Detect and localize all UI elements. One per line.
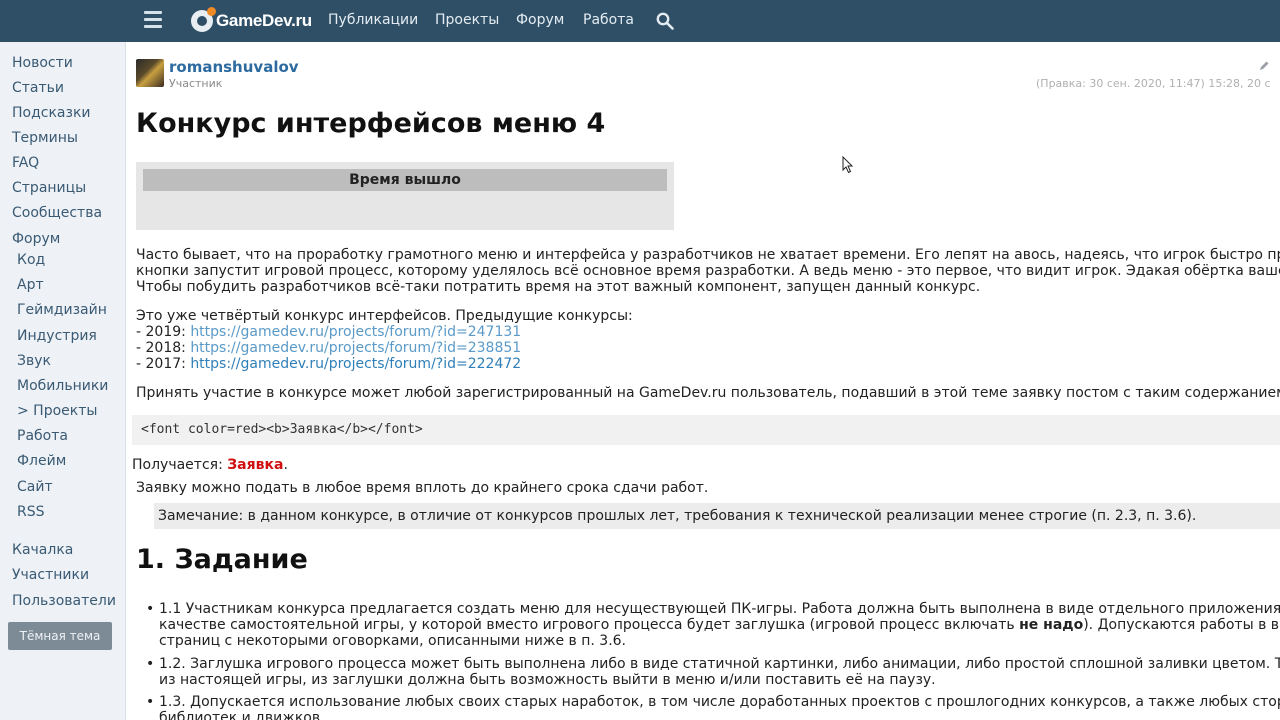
timer-label: Время вышло [143,169,667,191]
sidebar-sub-art[interactable]: Арт [17,277,44,293]
search-icon[interactable] [656,12,674,30]
post-content: romanshuvalov Участник (Правка: 30 сен. … [126,42,1280,720]
sidebar-item-news[interactable]: Новости [12,55,73,71]
sidebar-sub-flame[interactable]: Флейм [17,453,66,469]
sidebar-item-forum[interactable]: Форум [12,231,60,247]
task-1-1-bold: не надо [1019,617,1084,633]
pencil-icon[interactable] [1258,60,1270,72]
author-name[interactable]: romanshuvalov [169,58,299,76]
avatar[interactable] [136,59,164,87]
sidebar-item-faq[interactable]: FAQ [12,155,39,171]
prev-contest-link[interactable]: https://gamedev.ru/projects/forum/?id=23… [190,340,521,356]
sidebar-sub-industry[interactable]: Индустрия [17,328,97,344]
logo-text: GameDev.ru [216,11,312,30]
accept-text: Принять участие в конкурсе может любой з… [136,385,1280,401]
author-role: Участник [169,77,223,90]
task-1-1-text: качестве самостоятельной игры, у которой… [159,617,1020,633]
prev-year-label: - 2017: [136,356,191,372]
section-heading: 1. Задание [136,544,308,575]
task-1-3-line-1: 1.3. Допускается использование любых сво… [159,694,1280,710]
hamburger-icon[interactable] [144,11,162,29]
nav-publications[interactable]: Публикации [328,12,418,28]
sidebar-sub-sound[interactable]: Звук [17,353,51,369]
prev-contests-title: Это уже четвёртый конкурс интерфейсов. П… [136,308,633,324]
prev-contest-2019: - 2019: https://gamedev.ru/projects/foru… [136,324,521,341]
top-bar: GameDev.ru Публикации Проекты Форум Рабо… [0,0,1280,42]
sidebar-item-communities[interactable]: Сообщества [12,205,102,221]
sidebar-item-kachalka[interactable]: Качалка [12,542,73,558]
sidebar-sub-site[interactable]: Сайт [17,479,53,495]
sidebar-sub-projects[interactable]: > Проекты [17,403,97,419]
sidebar-sub-code[interactable]: Код [17,252,45,268]
prev-contest-2018: - 2018: https://gamedev.ru/projects/foru… [136,340,521,357]
mouse-cursor-icon [842,156,854,174]
deadline-text: Заявку можно подать в любое время вплоть… [136,480,709,496]
intro-line-2: кнопки запустит игровой процесс, котором… [136,263,1280,279]
prev-year-label: - 2019: [136,324,191,340]
task-1-1-line-2: качестве самостоятельной игры, у которой… [159,617,1280,634]
sidebar-sub-work[interactable]: Работа [17,428,68,444]
prev-contest-link[interactable]: https://gamedev.ru/projects/forum/?id=24… [190,324,521,340]
nav-work[interactable]: Работа [583,12,634,28]
task-1-1-text-end: ). Допускаются работы в виде HTML [1083,617,1280,633]
task-1-3-line-2: библиотек и движков. [159,710,325,720]
sidebar-item-users[interactable]: Пользователи [12,593,116,609]
sidebar-item-members[interactable]: Участники [12,567,89,583]
sidebar-sub-mobile[interactable]: Мобильники [17,378,108,394]
sidebar: Новости Статьи Подсказки Термины FAQ Стр… [0,42,126,720]
prev-contest-2017: - 2017: https://gamedev.ru/projects/foru… [136,356,521,373]
result-value: Заявка [227,457,284,473]
timer-box: Время вышло [136,162,674,230]
result-label: Получается: [132,457,228,473]
nav-forum[interactable]: Форум [516,12,564,28]
code-block: <font color=red><b>Заявка</b></font> [132,415,1280,445]
list-bullet: • [146,601,155,617]
sidebar-item-tips[interactable]: Подсказки [12,105,91,121]
sidebar-item-articles[interactable]: Статьи [12,80,64,96]
task-1-2-line-2: из настоящей игры, из заглушки должна бы… [159,672,936,688]
result-end: . [283,457,288,473]
task-1-1-line-1: 1.1 Участникам конкурса предлагается соз… [159,601,1280,617]
prev-contest-link[interactable]: https://gamedev.ru/projects/forum/?id=22… [190,356,521,372]
page-title: Конкурс интерфейсов меню 4 [136,108,606,139]
note-box: Замечание: в данном конкурсе, в отличие … [154,503,1280,529]
sidebar-sub-rss[interactable]: RSS [17,504,45,520]
task-1-1-line-3: страниц с некоторыми оговорками, описанн… [159,633,627,649]
edit-info: (Правка: 30 сен. 2020, 11:47) 15:28, 20 … [1036,77,1271,90]
prev-year-label: - 2018: [136,340,191,356]
list-bullet: • [146,656,155,672]
intro-line-1: Часто бывает, что на проработку грамотно… [136,247,1280,263]
sidebar-sub-gamedesign[interactable]: Геймдизайн [17,302,107,318]
dark-theme-button[interactable]: Тёмная тема [8,622,112,650]
nav-projects[interactable]: Проекты [435,12,499,28]
sidebar-item-pages[interactable]: Страницы [12,180,86,196]
result-line: Получается: Заявка. [132,457,288,474]
logo-icon [191,7,216,32]
intro-line-3: Чтобы побудить разработчиков всё-таки по… [136,279,981,295]
site-logo[interactable]: GameDev.ru [191,7,312,33]
list-bullet: • [146,694,155,710]
sidebar-item-terms[interactable]: Термины [12,130,78,146]
task-1-2-line-1: 1.2. Заглушка игрового процесса может бы… [159,656,1280,672]
